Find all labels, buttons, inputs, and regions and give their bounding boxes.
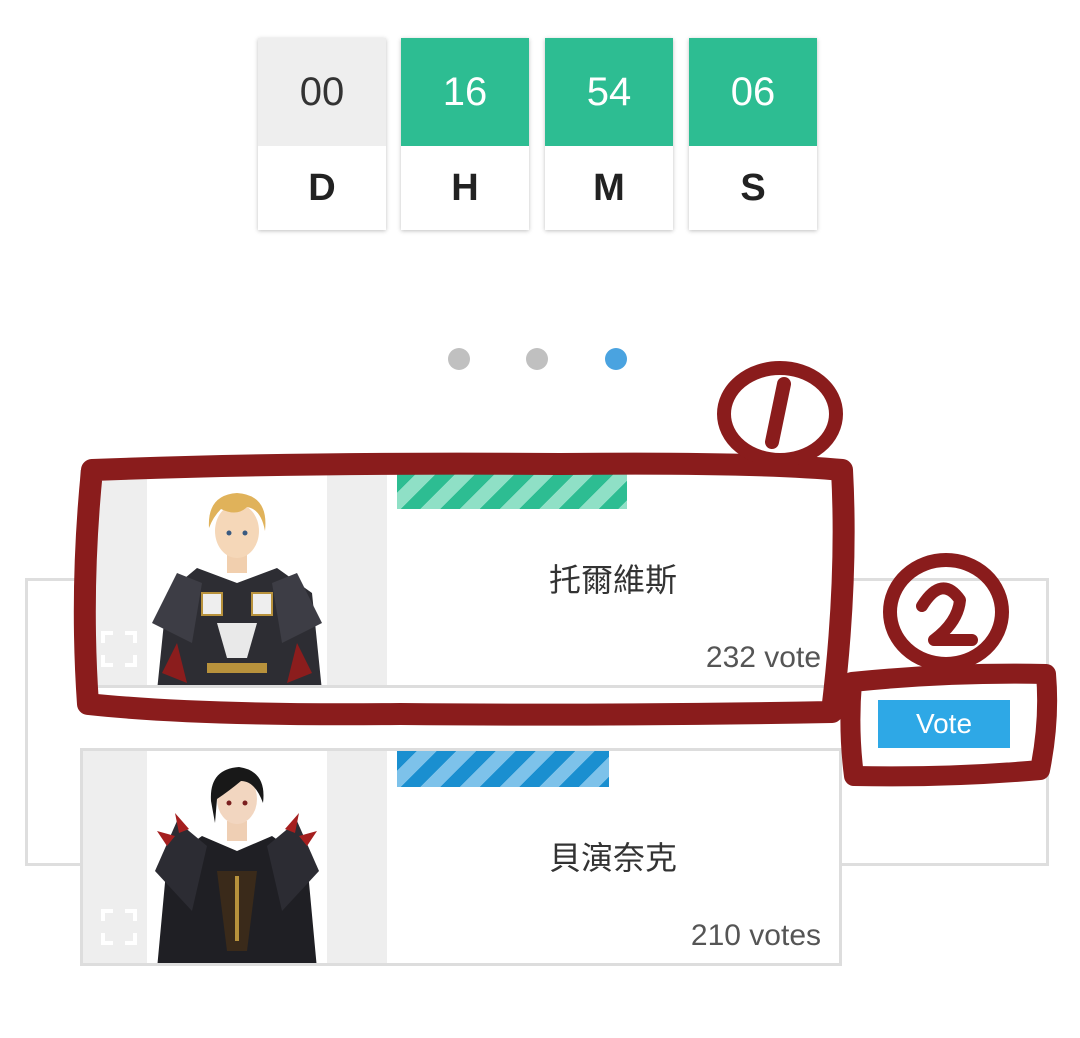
candidate-name: 貝演奈克 (548, 839, 677, 877)
candidate-name: 托爾維斯 (548, 561, 677, 599)
candidate-card-1[interactable]: 托爾維斯 232 vote (80, 470, 842, 688)
expand-icon[interactable] (99, 629, 139, 669)
carousel-dot-3[interactable] (605, 348, 627, 370)
countdown-seconds-label: S (740, 166, 766, 209)
vote-progress-bar (397, 473, 627, 509)
vote-count: 232 vote (705, 641, 821, 674)
candidate-portrait (147, 473, 327, 685)
countdown-seconds: 06 S (689, 38, 817, 230)
carousel-dot-1[interactable] (448, 348, 470, 370)
countdown-minutes-value: 54 (545, 38, 673, 146)
countdown-minutes: 54 M (545, 38, 673, 230)
vote-count: 210 votes (690, 919, 821, 952)
vote-progress-bar (397, 751, 609, 787)
candidate-portrait (147, 751, 327, 963)
expand-icon[interactable] (99, 907, 139, 947)
vote-button[interactable]: Vote (878, 700, 1010, 748)
candidate-card-2[interactable]: 貝演奈克 210 votes (80, 748, 842, 966)
countdown-minutes-label: M (593, 166, 625, 209)
countdown-hours: 16 H (401, 38, 529, 230)
carousel-dot-2[interactable] (526, 348, 548, 370)
countdown-seconds-value: 06 (689, 38, 817, 146)
vote-page: 00 D 16 H 54 M 06 S 托爾維斯 232 vote 貝演奈克 2… (0, 0, 1080, 1038)
countdown-hours-label: H (451, 166, 479, 209)
countdown-days: 00 D (258, 38, 386, 230)
countdown-days-value: 00 (258, 38, 386, 146)
countdown-hours-value: 16 (401, 38, 529, 146)
countdown-days-label: D (308, 166, 336, 209)
